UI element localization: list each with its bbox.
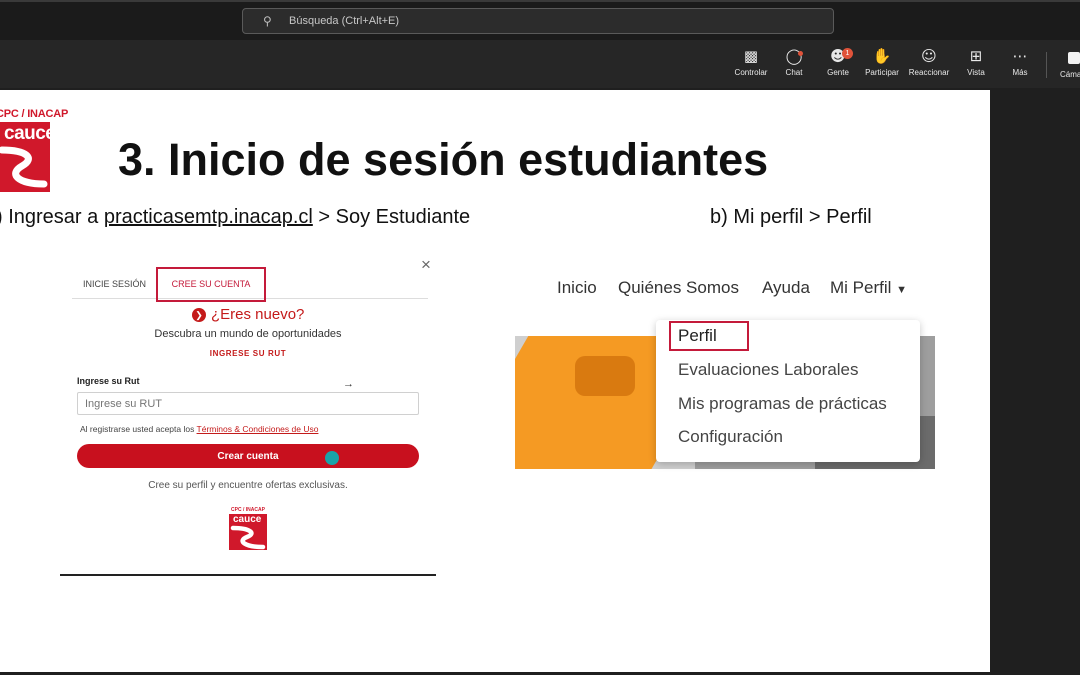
nav-ayuda[interactable]: Ayuda	[762, 278, 810, 298]
dropdown-item-configuracion[interactable]: Configuración	[678, 427, 783, 447]
shared-slide: CPC / INACAP cauce 3. Inicio de sesión e…	[0, 90, 990, 672]
terms-prefix: Al registrarse usted acepta los	[80, 424, 197, 434]
tab-create-account[interactable]: CREE SU CUENTA	[156, 267, 266, 302]
rut-field-label: Ingrese su Rut	[77, 376, 140, 386]
more-icon: ⋯	[1012, 47, 1028, 65]
mini-cauce-logo: CPC / INACAP cauce	[227, 507, 269, 550]
chat-unread-dot	[798, 51, 803, 56]
people-badge: 1	[842, 48, 853, 59]
nav-quienes-somos[interactable]: Quiénes Somos	[618, 278, 739, 298]
raise-hand-label: Participar	[865, 68, 899, 77]
create-account-button[interactable]: Crear cuenta	[77, 444, 419, 468]
chevron-right-icon: ❯	[192, 308, 206, 322]
react-label: Reaccionar	[908, 68, 950, 77]
app-top-bar: ⚲ Búsqueda (Ctrl+Alt+E)	[0, 0, 1080, 40]
right-side-pane	[990, 90, 1080, 675]
more-label: Más	[1012, 68, 1028, 77]
more-button[interactable]: ⋯ Más	[997, 46, 1043, 77]
people-icon: ☻	[830, 47, 846, 65]
step-a-link[interactable]: practicasemtp.inacap.cl	[104, 206, 313, 228]
view-label: Vista	[967, 68, 985, 77]
dropdown-item-evaluaciones[interactable]: Evaluaciones Laborales	[678, 360, 859, 380]
chat-icon: ◯	[785, 47, 803, 65]
top-accent-line	[0, 0, 1080, 2]
chat-button[interactable]: ◯ Chat	[771, 46, 817, 77]
tab-login[interactable]: INICIE SESIÓN	[83, 279, 146, 289]
smiley-icon: ☺	[921, 47, 937, 65]
people-label: Gente	[827, 68, 849, 77]
new-user-heading: ❯ ¿Eres nuevo?	[192, 306, 304, 323]
search-placeholder: Búsqueda (Ctrl+Alt+E)	[289, 15, 400, 27]
control-button[interactable]: ▩ Controlar	[728, 46, 774, 77]
terms-text: Al registrarse usted acepta los Términos…	[80, 424, 318, 434]
terms-link[interactable]: Términos & Condiciones de Uso	[197, 424, 319, 434]
step-a-suffix: > Soy Estudiante	[312, 206, 471, 228]
dropdown-item-perfil[interactable]: Perfil	[669, 321, 749, 351]
login-description: Descubra un mundo de oportunidades	[154, 328, 342, 340]
new-user-text: ¿Eres nuevo?	[211, 306, 305, 323]
login-tabs: INICIE SESIÓN CREE SU CUENTA	[72, 266, 428, 302]
login-screenshot: × INICIE SESIÓN CREE SU CUENTA ❯ ¿Eres nu…	[60, 252, 436, 576]
search-input[interactable]: ⚲ Búsqueda (Ctrl+Alt+E)	[242, 8, 834, 34]
grid-view-icon: ⊞	[969, 47, 983, 65]
raise-hand-icon: ✋	[872, 47, 892, 65]
pointer-cursor	[325, 451, 339, 465]
logo-word: cauce	[4, 123, 56, 144]
arrow-right-icon[interactable]: →	[343, 378, 354, 390]
login-footer: Cree su perfil y encuentre ofertas exclu…	[148, 480, 348, 491]
logo-block: cauce	[0, 122, 56, 192]
step-a-text: ) Ingresar a practicasemtp.inacap.cl > S…	[0, 206, 470, 229]
raise-hand-button[interactable]: ✋ Participar	[859, 46, 905, 77]
meeting-toolbar: ▩ Controlar ◯ Chat ☻ 1 Gente ✋ Participa…	[0, 40, 1080, 88]
rut-heading: INGRESE SU RUT	[209, 349, 287, 358]
caret-down-icon: ▼	[896, 284, 908, 296]
screen-share-icon: ▩	[743, 47, 759, 65]
cauce-logo: CPC / INACAP cauce	[0, 108, 69, 192]
slide-title: 3. Inicio de sesión estudiantes	[118, 134, 769, 185]
toolbar-separator	[1046, 52, 1047, 78]
dropdown-item-programas[interactable]: Mis programas de prácticas	[678, 394, 887, 414]
mini-logo-river-icon	[230, 525, 266, 550]
banner-orange-detail	[575, 356, 635, 396]
nav-inicio[interactable]: Inicio	[557, 278, 597, 298]
rut-input[interactable]	[77, 392, 419, 415]
search-icon: ⚲	[263, 14, 272, 28]
camera-label: Cáma	[1060, 70, 1080, 79]
step-b-text: b) Mi perfil > Perfil	[710, 206, 872, 228]
mini-logo-top: CPC / INACAP	[231, 507, 265, 513]
react-button[interactable]: ☺ Reaccionar	[906, 46, 952, 77]
control-label: Controlar	[734, 68, 768, 77]
nav-mi-perfil[interactable]: Mi Perfil ▼	[830, 278, 907, 298]
camera-icon	[1068, 52, 1080, 64]
camera-button[interactable]: Cáma	[1060, 46, 1080, 79]
view-button[interactable]: ⊞ Vista	[953, 46, 999, 77]
logo-river-icon	[0, 146, 48, 188]
nav-mi-perfil-label: Mi Perfil	[830, 278, 892, 297]
chat-label: Chat	[785, 68, 803, 77]
mini-logo-word: cauce	[233, 514, 262, 525]
people-button[interactable]: ☻ 1 Gente	[815, 46, 861, 77]
mini-logo-block: cauce	[229, 514, 267, 550]
profile-dropdown: Perfil Evaluaciones Laborales Mis progra…	[656, 320, 920, 462]
logo-top-text: CPC / INACAP	[0, 108, 69, 120]
step-a-prefix: ) Ingresar a	[0, 206, 104, 228]
